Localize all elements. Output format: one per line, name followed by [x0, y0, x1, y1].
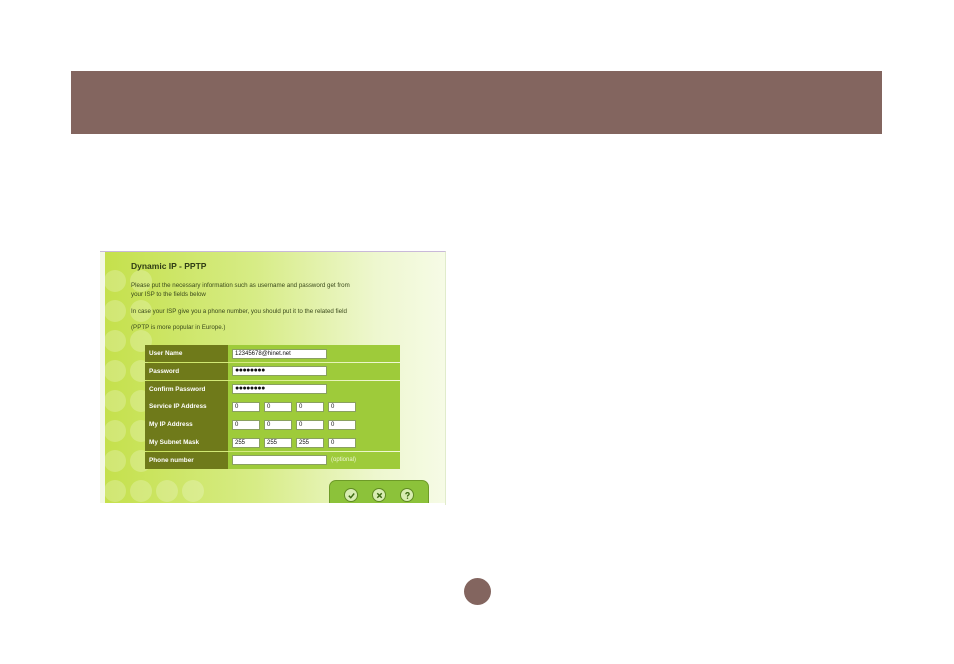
- header-band: [71, 71, 882, 134]
- phone-number-input[interactable]: [232, 455, 327, 466]
- cross-icon: [376, 492, 382, 498]
- my-ip-octet-2[interactable]: 0: [264, 419, 292, 430]
- row-my-ip: My IP Address 0 0 0 0: [145, 416, 400, 434]
- subnet-mask-cell: 255 255 255 0: [228, 433, 400, 452]
- help-button[interactable]: [400, 488, 414, 502]
- row-service-ip: Service IP Address 0 0 0 0: [145, 398, 400, 416]
- password-label: Password: [145, 362, 228, 381]
- service-ip-label: Service IP Address: [145, 398, 228, 416]
- service-ip-octet-3[interactable]: 0: [296, 402, 324, 413]
- pptp-form: User Name 12345678@hinet.net Password ●●…: [145, 345, 400, 470]
- row-confirm-password: Confirm Password ●●●●●●●●: [145, 380, 400, 398]
- subnet-mask-octet-4[interactable]: 0: [328, 437, 356, 448]
- service-ip-octet-1[interactable]: 0: [232, 402, 260, 413]
- user-name-label: User Name: [145, 345, 228, 363]
- check-icon: [347, 492, 355, 499]
- action-button-bar: [329, 480, 429, 505]
- bottom-line: [100, 503, 445, 505]
- page-number-dot: [464, 578, 491, 605]
- question-icon: [404, 491, 410, 499]
- europe-note: (PPTP is more popular in Europe.): [131, 324, 226, 331]
- intro-line-2: your ISP to the fields below: [131, 290, 206, 298]
- phone-note: In case your ISP give you a phone number…: [131, 308, 347, 315]
- confirm-password-input[interactable]: ●●●●●●●●: [232, 384, 327, 395]
- phone-number-label: Phone number: [145, 451, 228, 470]
- user-name-cell: 12345678@hinet.net: [228, 345, 400, 363]
- my-ip-octet-1[interactable]: 0: [232, 419, 260, 430]
- my-ip-label: My IP Address: [145, 416, 228, 434]
- row-user-name: User Name 12345678@hinet.net: [145, 345, 400, 363]
- my-ip-octet-3[interactable]: 0: [296, 419, 324, 430]
- optional-hint: (optional): [331, 457, 357, 464]
- form-title: Dynamic IP - PPTP: [131, 261, 207, 271]
- subnet-mask-octet-2[interactable]: 255: [264, 437, 292, 448]
- password-input[interactable]: ●●●●●●●●: [232, 366, 327, 377]
- row-subnet-mask: My Subnet Mask 255 255 255 0: [145, 433, 400, 452]
- subnet-mask-octet-1[interactable]: 255: [232, 437, 260, 448]
- subnet-mask-label: My Subnet Mask: [145, 433, 228, 452]
- service-ip-octet-4[interactable]: 0: [328, 402, 356, 413]
- row-password: Password ●●●●●●●●: [145, 362, 400, 381]
- service-ip-octet-2[interactable]: 0: [264, 402, 292, 413]
- my-ip-octet-4[interactable]: 0: [328, 419, 356, 430]
- service-ip-cell: 0 0 0 0: [228, 398, 400, 416]
- row-phone-number: Phone number (optional): [145, 451, 400, 470]
- cancel-button[interactable]: [372, 488, 386, 502]
- password-cell: ●●●●●●●●: [228, 362, 400, 381]
- apply-button[interactable]: [344, 488, 358, 502]
- confirm-password-cell: ●●●●●●●●: [228, 380, 400, 398]
- intro-text: Please put the necessary information suc…: [131, 282, 421, 299]
- my-ip-cell: 0 0 0 0: [228, 416, 400, 434]
- confirm-password-label: Confirm Password: [145, 380, 228, 398]
- subnet-mask-octet-3[interactable]: 255: [296, 437, 324, 448]
- user-name-input[interactable]: 12345678@hinet.net: [232, 348, 327, 359]
- intro-line-1: Please put the necessary information suc…: [131, 282, 350, 289]
- router-config-screenshot: Dynamic IP - PPTP Please put the necessa…: [100, 251, 446, 505]
- phone-number-cell: (optional): [228, 451, 400, 470]
